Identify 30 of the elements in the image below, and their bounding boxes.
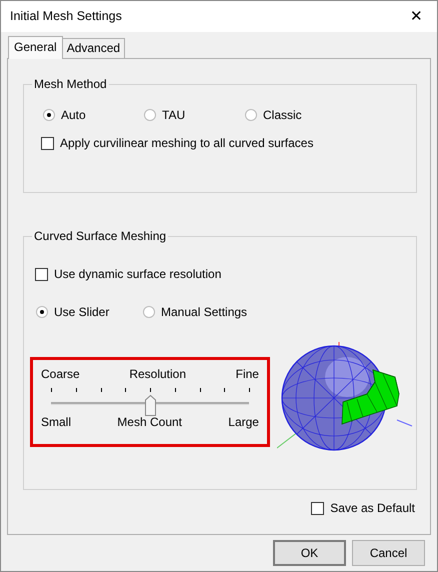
close-button[interactable]: ✕ [406, 9, 427, 24]
slider-label: Mesh Count [117, 414, 182, 431]
tab[interactable]: General [8, 36, 63, 59]
slider-label: Coarse [41, 366, 80, 383]
radio-button[interactable] [144, 109, 156, 121]
checkbox-label: Apply curvilinear meshing to all curved surfaces [60, 135, 314, 152]
checkbox[interactable] [35, 268, 48, 280]
slider-label: Large [228, 414, 259, 431]
radio-label: TAU [162, 107, 186, 124]
radio-label: Auto [61, 107, 86, 124]
group-title: Curved Surface Meshing [32, 229, 168, 244]
slider-label: Small [41, 414, 72, 431]
checkbox-label: Save as Default [330, 500, 415, 517]
radio-button[interactable] [43, 109, 55, 121]
radio-button[interactable] [245, 109, 257, 121]
dialog-button[interactable]: OK [273, 540, 346, 566]
slider-thumb[interactable] [145, 395, 156, 416]
radio-button[interactable] [143, 306, 155, 318]
checkbox-label: Use dynamic surface resolution [54, 266, 222, 283]
radio-label: Manual Settings [161, 304, 248, 321]
slider-label: Fine [236, 366, 259, 383]
radio-button[interactable] [36, 306, 48, 318]
slider-label: Resolution [129, 366, 186, 383]
window-title: Initial Mesh Settings [10, 8, 122, 26]
radio-label: Use Slider [54, 304, 110, 321]
radio-label: Classic [263, 107, 302, 124]
checkbox[interactable] [311, 502, 324, 514]
dialog-button[interactable]: Cancel [352, 540, 425, 566]
checkbox[interactable] [41, 136, 54, 150]
tab[interactable]: Advanced [62, 38, 126, 58]
